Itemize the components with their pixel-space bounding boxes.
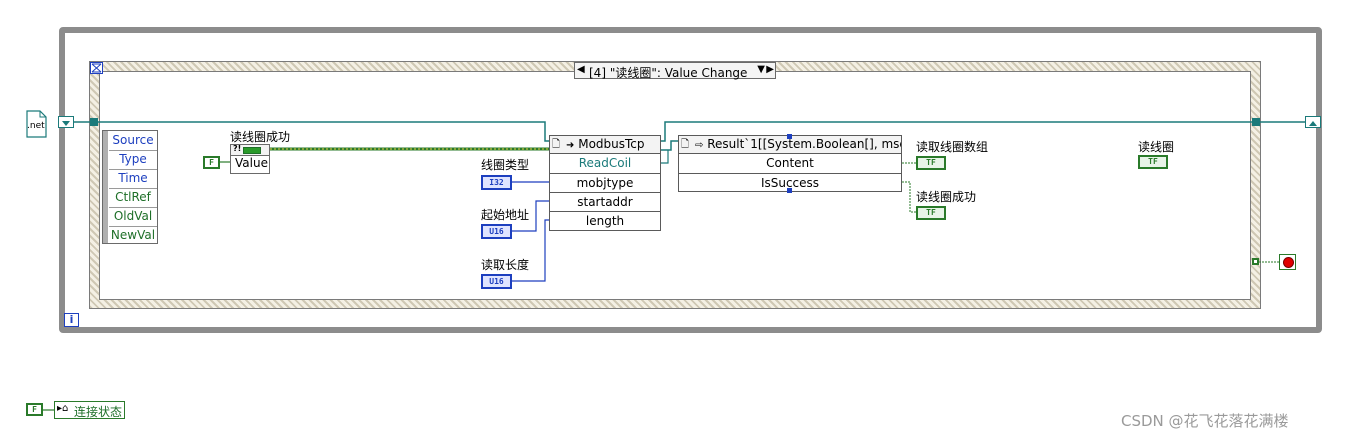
property-ref-icon-2: 🗋 xyxy=(681,139,690,150)
start-addr-label: 起始地址 xyxy=(481,208,530,222)
coil-type-terminal[interactable]: I32 xyxy=(481,175,512,190)
invoke-param-length[interactable]: length xyxy=(550,211,660,230)
event-data-item-ctlref[interactable]: CtlRef xyxy=(109,188,157,208)
invoke-param-mobjtype[interactable]: mobjtype xyxy=(550,173,660,192)
read-success-property-node[interactable]: ?! Value xyxy=(230,144,270,174)
read-coil-button-label: 读线圈 xyxy=(1138,140,1175,154)
iteration-info-icon[interactable]: i xyxy=(64,313,79,327)
property-content[interactable]: Content xyxy=(679,154,901,173)
invoke-arrow-icon: ➜ xyxy=(566,140,575,151)
dotnet-file-icon[interactable]: .net xyxy=(24,110,48,138)
coil-type-label: 线圈类型 xyxy=(481,158,530,172)
read-success-out-label: 读线圈成功 xyxy=(916,190,977,204)
invoke-node-title: ModbusTcp xyxy=(578,137,645,151)
property-node-result[interactable]: 🗋 ⇨ Result`1[[System.Boolean[], msc Cont… xyxy=(678,135,902,192)
event-data-item-time[interactable]: Time xyxy=(109,169,157,189)
property-node-bottom-dot xyxy=(787,188,792,193)
property-value-label: Value xyxy=(235,156,268,170)
loop-condition-tunnel xyxy=(1252,258,1259,265)
false-constant-badge[interactable]: F xyxy=(203,156,220,169)
stop-condition-icon[interactable] xyxy=(1279,254,1296,270)
watermark: CSDN @花飞花落花满楼 xyxy=(1121,412,1289,430)
read-array-label: 读取线圈数组 xyxy=(916,140,989,154)
invoke-method-readcoil[interactable]: ReadCoil xyxy=(550,154,660,173)
connection-status-local[interactable]: ▸⌂ 连接状态 xyxy=(54,401,125,419)
event-data-item-source[interactable]: Source xyxy=(109,131,157,151)
home-icon: ▸⌂ xyxy=(57,403,69,414)
read-array-terminal[interactable]: TF xyxy=(916,156,946,170)
loop-tunnel-left xyxy=(90,118,98,126)
invoke-node-modbustcp[interactable]: 🗋 ➜ ModbusTcp ReadCoil mobjtype startadd… xyxy=(549,135,661,231)
property-node-top-dot xyxy=(787,134,792,139)
connection-status-label: 连接状态 xyxy=(74,405,123,419)
start-addr-terminal[interactable]: U16 xyxy=(481,224,512,239)
shift-register-right[interactable] xyxy=(1305,116,1321,128)
invoke-param-startaddr[interactable]: startaddr xyxy=(550,192,660,211)
shift-register-left[interactable] xyxy=(58,116,74,128)
read-length-terminal[interactable]: U16 xyxy=(481,274,512,289)
read-length-label: 读取长度 xyxy=(481,258,530,272)
property-arrow-icon: ⇨ xyxy=(695,140,704,151)
dotnet-label: .net xyxy=(27,121,45,131)
read-coil-button-terminal[interactable]: TF xyxy=(1138,155,1168,169)
event-data-item-newval[interactable]: NewVal xyxy=(109,226,157,244)
read-success-property-label: 读线圈成功 xyxy=(230,130,291,144)
event-data-node: Source Type Time CtlRef OldVal NewVal xyxy=(102,130,158,244)
event-data-item-type[interactable]: Type xyxy=(109,150,157,170)
loop-tunnel-right xyxy=(1252,118,1260,126)
wire-layer xyxy=(74,121,1305,282)
read-success-out-terminal[interactable]: TF xyxy=(916,206,946,220)
invoke-ref-icon: 🗋 xyxy=(552,139,561,150)
property-node-title: Result`1[[System.Boolean[], msc xyxy=(707,137,901,151)
invoke-node-header: 🗋 ➜ ModbusTcp xyxy=(550,136,660,154)
connection-status-false-badge[interactable]: F xyxy=(26,403,43,416)
boolean-indicator-icon xyxy=(243,147,261,154)
event-data-item-oldval[interactable]: OldVal xyxy=(109,207,157,227)
property-ref-icon: ?! xyxy=(233,144,242,153)
